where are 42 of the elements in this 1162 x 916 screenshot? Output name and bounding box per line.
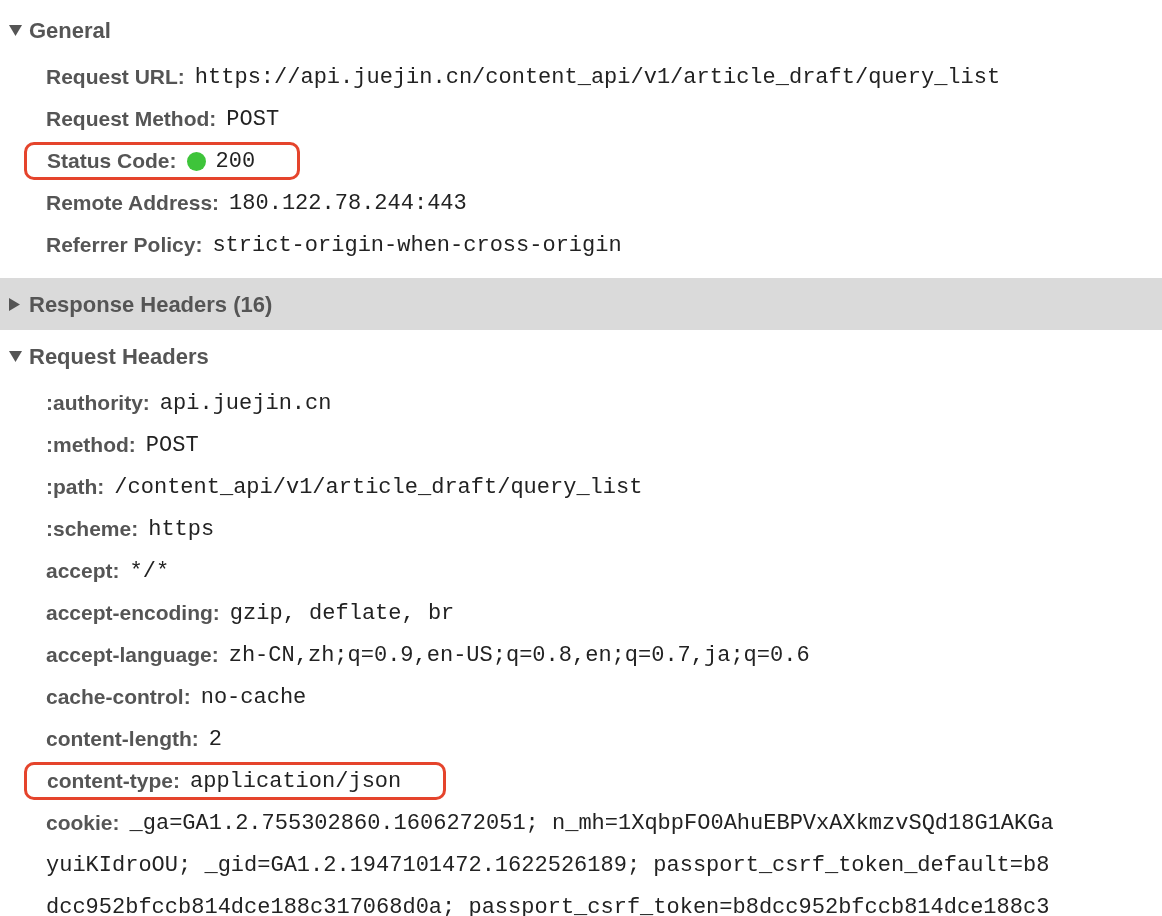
section-header[interactable]: Response Headers (16) [0,278,1162,330]
header-name: accept-encoding: [46,600,220,627]
header-value: https://api.juejin.cn/content_api/v1/article_draft/query_list [194,63,1001,92]
header-value: 180.122.78.244:443 [229,189,467,218]
header-name: cache-control: [46,684,191,711]
header-value: POST [145,431,199,460]
header-value: _ga=GA1.2.755302860.1606272051; n_mh=1XqbpFO0AhuEBPVxAXkmzvSQd18G1AKGa [129,809,1054,838]
section-header[interactable]: General [0,4,1162,56]
header-name: :method: [46,432,136,459]
section-header[interactable]: Request Headers [0,330,1162,382]
header-value: gzip, deflate, br [229,599,455,628]
header-value: application/json [190,767,402,796]
header-value: */* [129,557,170,586]
header-name: Status Code: [47,148,177,175]
header-name: Request URL: [46,64,185,91]
header-name: Referrer Policy: [46,232,203,259]
header-value: api.juejin.cn [159,389,332,418]
section-title: General [29,16,111,45]
section-title: Request Headers [29,342,209,371]
header-name: content-type: [47,768,180,795]
expand-triangle-icon [9,297,20,311]
header-name: accept-language: [46,642,219,669]
header-value: strict-origin-when-cross-origin [212,231,622,260]
header-name: cookie: [46,810,120,837]
header-name: content-length: [46,726,199,753]
header-value: https [148,515,215,544]
header-name: accept: [46,558,120,585]
header-value: yuiKIdroOU; _gid=GA1.2.1947101472.1622526189; passport_csrf_token_default=b8 [46,851,1050,880]
header-value: 200 [215,147,256,176]
header-value: /content_api/v1/article_draft/query_list [114,473,643,502]
section-title: Response Headers (16) [29,290,273,319]
header-name: Remote Address: [46,190,220,217]
header-value: POST [226,105,280,134]
header-name: :authority: [46,390,150,417]
collapse-triangle-icon [9,350,22,362]
header-value: 2 [208,725,222,754]
header-name: Request Method: [46,106,217,133]
header-value: no-cache [200,683,307,712]
header-name: :scheme: [46,516,139,543]
collapse-triangle-icon [9,24,22,36]
header-name: :path: [46,474,105,501]
header-value: zh-CN,zh;q=0.9,en-US;q=0.8,en;q=0.7,ja;q=0.6 [228,641,810,670]
